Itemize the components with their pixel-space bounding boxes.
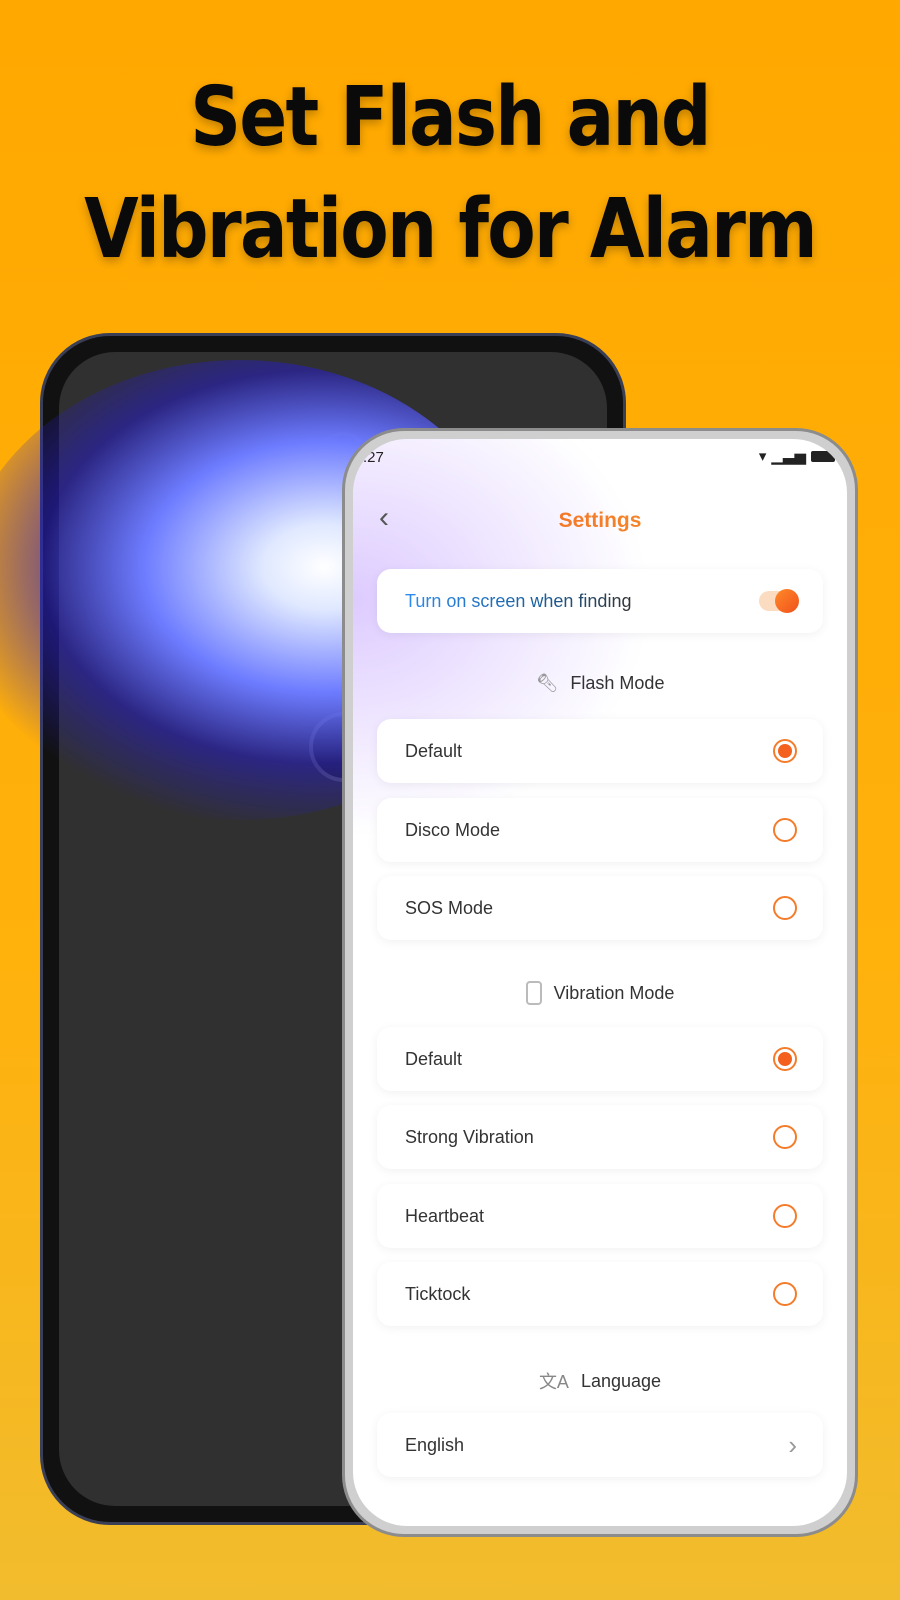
- radio-button[interactable]: [773, 818, 797, 842]
- radio-button[interactable]: [773, 1204, 797, 1228]
- radio-button[interactable]: [773, 739, 797, 763]
- headline: Set Flash and Vibration for Alarm: [63, 62, 837, 286]
- status-icons: ▾ ▁▃▅: [759, 447, 835, 465]
- status-time: :27: [363, 449, 384, 466]
- radio-button[interactable]: [773, 896, 797, 920]
- language-row[interactable]: English ›: [377, 1413, 823, 1477]
- option-label: Strong Vibration: [405, 1126, 534, 1147]
- option-label: Disco Mode: [405, 819, 501, 840]
- vibration-option-ticktock[interactable]: Ticktock: [377, 1262, 823, 1326]
- section-title: Vibration Mode: [553, 982, 675, 1003]
- radio-button[interactable]: [773, 1125, 797, 1149]
- battery-icon: [811, 450, 835, 462]
- flash-option-sos[interactable]: SOS Mode: [377, 876, 823, 940]
- language-header: 文A Language: [353, 1368, 847, 1394]
- phone-icon: [525, 981, 542, 1005]
- translate-icon: 文A: [538, 1372, 569, 1392]
- option-label: Heartbeat: [405, 1205, 485, 1226]
- flash-mode-header: 🔦︎ Flash Mode: [353, 673, 847, 694]
- vibration-option-heartbeat[interactable]: Heartbeat: [377, 1184, 823, 1248]
- page-title: Settings: [353, 509, 847, 533]
- radio-button[interactable]: [773, 1047, 797, 1071]
- option-label: SOS Mode: [405, 897, 494, 918]
- vibration-mode-header: Vibration Mode: [353, 981, 847, 1005]
- section-title: Language: [580, 1370, 662, 1391]
- flash-option-disco[interactable]: Disco Mode: [377, 798, 823, 862]
- option-label: Default: [405, 1048, 463, 1069]
- settings-screen: :27 ▾ ▁▃▅ ‹ Settings Turn on screen when…: [353, 439, 847, 1526]
- flashlight-icon: 🔦︎: [535, 673, 559, 693]
- chevron-right-icon: ›: [788, 1429, 797, 1460]
- section-title: Flash Mode: [570, 673, 665, 693]
- option-label: Default: [405, 740, 463, 761]
- wifi-icon: ▾: [758, 448, 767, 465]
- language-value: English: [405, 1434, 465, 1455]
- front-phone: :27 ▾ ▁▃▅ ‹ Settings Turn on screen when…: [342, 428, 858, 1537]
- radio-button[interactable]: [773, 1282, 797, 1306]
- headline-line-2: Vibration for Alarm: [84, 182, 818, 277]
- screen-on-toggle-row[interactable]: Turn on screen when finding: [377, 569, 823, 633]
- toggle-label: Turn on screen when finding: [405, 590, 632, 611]
- option-label: Ticktock: [405, 1283, 471, 1304]
- flash-option-default[interactable]: Default: [377, 719, 823, 783]
- headline-line-1: Set Flash and: [190, 70, 711, 165]
- signal-icon: ▁▃▅: [771, 448, 806, 465]
- vibration-option-default[interactable]: Default: [377, 1027, 823, 1091]
- vibration-option-strong[interactable]: Strong Vibration: [377, 1105, 823, 1169]
- screen-on-toggle[interactable]: [759, 589, 799, 613]
